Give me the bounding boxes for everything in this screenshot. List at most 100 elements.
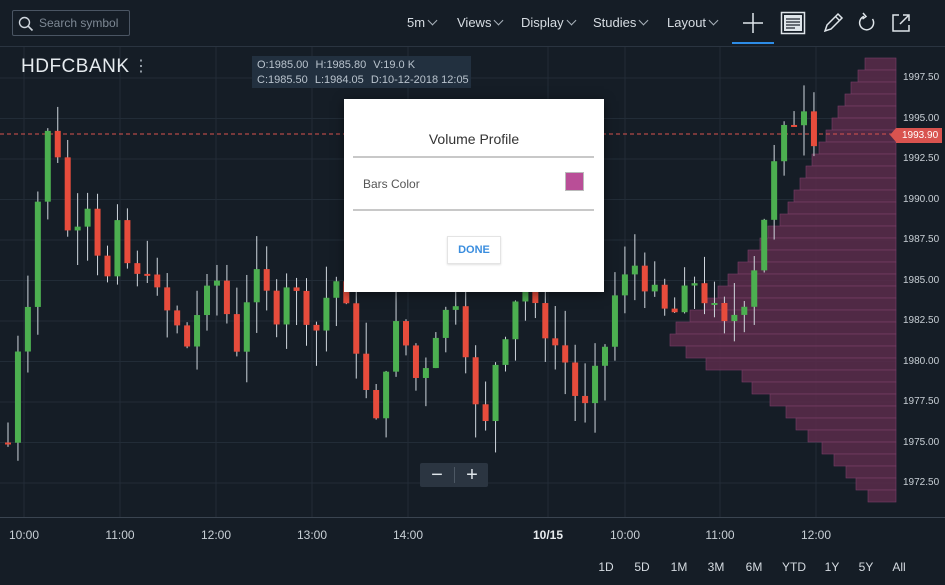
candle-body (492, 364, 499, 422)
candle-body (631, 265, 638, 275)
zoom-in-button[interactable]: + (455, 463, 489, 487)
candle-body (34, 201, 41, 307)
draw-button[interactable] (820, 10, 846, 36)
candle-body (64, 157, 71, 231)
candle-body (791, 124, 798, 127)
done-button[interactable]: DONE (447, 236, 501, 264)
candle-body (771, 161, 778, 220)
candle-body (223, 280, 230, 315)
range-all[interactable]: All (892, 560, 905, 574)
time-axis-label: 12:00 (200, 528, 232, 542)
search-icon (18, 16, 34, 32)
time-axis: 10:00 11:00 12:00 13:00 14:00 10/15 10:00 11:00… (0, 517, 945, 552)
price-axis-label: 1985.00 (903, 274, 940, 286)
time-axis-label: 12:00 (800, 528, 832, 542)
symbol-name[interactable]: HDFCBANK (21, 56, 130, 78)
profile-bar (864, 57, 897, 71)
profile-bar (703, 297, 897, 311)
candle-body (393, 321, 400, 372)
candle-body (482, 404, 489, 422)
time-axis-label: 10/15 (532, 528, 564, 542)
candle-body (781, 124, 788, 162)
candle-body (502, 339, 509, 365)
studies-menu[interactable]: Studies (593, 15, 649, 30)
candle-body (403, 321, 409, 346)
volume-value: V:19.0 K (373, 59, 416, 71)
candle-body (333, 281, 340, 298)
display-menu[interactable]: Display (521, 15, 577, 30)
candle-body (353, 303, 360, 354)
candle-body (204, 285, 210, 316)
candle-body (582, 395, 589, 404)
candle-body (24, 306, 31, 352)
candle-body (512, 301, 519, 340)
refresh-icon (858, 12, 875, 31)
range-1d[interactable]: 1D (598, 560, 613, 574)
profile-bar (811, 153, 897, 167)
candle-body (741, 306, 748, 315)
candle-body (711, 302, 718, 305)
candle-body (572, 362, 579, 396)
refresh-button[interactable] (854, 10, 880, 36)
views-menu[interactable]: Views (457, 15, 504, 30)
time-axis-label: 11:00 (105, 528, 135, 542)
close-value: C:1985.50 (257, 74, 308, 86)
notes-button[interactable] (780, 10, 806, 36)
divider (353, 209, 594, 211)
candle-body (651, 284, 658, 292)
profile-bar (717, 285, 897, 299)
popout-button[interactable] (888, 10, 914, 36)
pencil-icon (823, 12, 844, 33)
chevron-down-icon (494, 15, 504, 26)
symbol-menu-icon[interactable]: ⋮ (133, 56, 149, 76)
candle-body (114, 220, 121, 277)
profile-bar (675, 321, 897, 335)
layout-label: Layout (667, 15, 707, 30)
layout-menu[interactable]: Layout (667, 15, 719, 30)
candle-body (602, 346, 608, 366)
search-input[interactable] (39, 14, 127, 32)
candle-body (174, 310, 181, 326)
candle-body (621, 274, 628, 296)
zoom-out-button[interactable]: − (420, 463, 454, 487)
interval-label: 5m (407, 15, 426, 30)
range-ytd[interactable]: YTD (782, 560, 806, 574)
notes-icon (780, 11, 806, 35)
bars-color-swatch[interactable] (565, 172, 584, 191)
range-3m[interactable]: 3M (708, 560, 725, 574)
profile-bar (795, 417, 897, 431)
range-1m[interactable]: 1M (671, 560, 688, 574)
price-axis-label: 1997.50 (903, 72, 940, 83)
range-6m[interactable]: 6M (746, 560, 763, 574)
profile-bar (805, 165, 897, 179)
candle-body (363, 353, 370, 391)
current-price-badge: 1993.90 (890, 128, 942, 143)
views-label: Views (457, 15, 492, 30)
high-value: H:1985.80 (315, 59, 367, 71)
candle-body (293, 287, 300, 291)
candle-body (542, 303, 549, 339)
interval-menu[interactable]: 5m (407, 15, 438, 30)
search-box[interactable] (12, 10, 130, 36)
candle-body (671, 308, 678, 313)
crosshair-button[interactable] (732, 10, 774, 44)
candle-body (592, 365, 599, 404)
range-5y[interactable]: 5Y (859, 560, 874, 574)
popout-icon (892, 14, 910, 32)
candle-body (74, 226, 81, 231)
candle-body (611, 295, 618, 347)
candle-body (164, 287, 171, 311)
candle-body (472, 357, 479, 405)
bars-color-label: Bars Color (363, 177, 420, 191)
profile-bar (818, 141, 897, 155)
candle-body (562, 345, 569, 363)
zoom-control: − + (420, 463, 488, 487)
studies-label: Studies (593, 15, 637, 30)
profile-bar (825, 129, 897, 143)
candle-body (721, 302, 728, 322)
range-selector: 1D 5D 1M 3M 6M YTD 1Y 5Y All (0, 551, 945, 585)
candle-body (303, 290, 310, 325)
range-1y[interactable]: 1Y (825, 560, 840, 574)
date-value: D:10-12-2018 12:05 (370, 74, 469, 86)
range-5d[interactable]: 5D (634, 560, 649, 574)
